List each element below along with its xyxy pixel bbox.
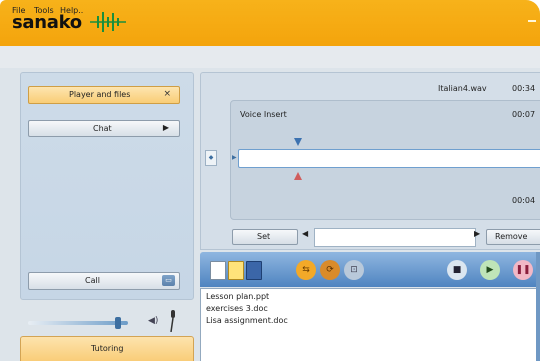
logo-wave-icon — [90, 12, 126, 32]
volume-slider[interactable] — [28, 321, 128, 325]
end-marker-icon[interactable] — [294, 172, 302, 180]
track-label: Voice Insert — [240, 110, 287, 119]
sanako-logo: sanako — [12, 12, 82, 33]
set-button[interactable]: Set — [232, 229, 298, 245]
pause-icon[interactable]: ❚❚ — [513, 260, 533, 280]
menu-file[interactable]: File — [12, 6, 25, 15]
player-and-files-label: Player and files — [69, 90, 131, 99]
player-and-files-button[interactable]: Player and files × — [28, 86, 180, 104]
sync-icon[interactable]: ⟳ — [320, 260, 340, 280]
chevron-right-icon: ▶ — [162, 123, 169, 132]
minimize-button[interactable] — [528, 20, 536, 22]
playhead-arrow-icon: ▶ — [232, 154, 237, 161]
track-time: 00:07 — [512, 110, 536, 119]
menu-help[interactable]: Help.. — [60, 6, 83, 15]
open-folder-icon[interactable] — [228, 261, 244, 280]
play-icon[interactable]: ▶ — [480, 260, 500, 280]
close-icon[interactable]: × — [163, 89, 171, 99]
save-icon[interactable] — [246, 261, 262, 280]
set-label: Set — [257, 232, 271, 241]
previous-bookmark-icon[interactable]: ◀ — [302, 229, 308, 238]
total-time: 00:34 — [512, 84, 536, 93]
tutoring-tab[interactable]: Tutoring — [20, 336, 194, 361]
waveform-bar[interactable] — [238, 149, 540, 168]
position-time: 00:04 — [512, 196, 536, 205]
right-edge-frame — [536, 252, 540, 361]
new-document-icon[interactable] — [210, 261, 226, 280]
chat-button[interactable]: Chat ▶ — [28, 120, 180, 137]
app-window: sanako File Tools Help.. Player and file… — [0, 0, 540, 361]
call-button[interactable]: Call ▭ — [28, 272, 180, 290]
call-icon[interactable]: ▭ — [162, 275, 175, 286]
file-item[interactable]: Lesson plan.ppt — [206, 292, 269, 301]
menu-tools[interactable]: Tools — [34, 6, 54, 15]
export-icon[interactable]: ⊡ — [344, 260, 364, 280]
speaker-icon: ◀) — [148, 316, 159, 326]
remove-label: Remove — [495, 232, 528, 241]
call-label: Call — [85, 276, 100, 285]
microphone-icon — [170, 310, 175, 332]
start-marker-icon[interactable] — [294, 138, 302, 146]
left-panel — [20, 72, 194, 300]
menu-bar — [0, 46, 540, 68]
stop-icon[interactable]: ■ — [447, 260, 467, 280]
tutoring-label: Tutoring — [91, 344, 124, 353]
bookmark-input[interactable] — [314, 228, 476, 247]
file-item[interactable]: exercises 3.doc — [206, 304, 268, 313]
expand-handle-icon[interactable]: ◆ — [205, 150, 217, 166]
recording-filename: Italian4.wav — [438, 84, 487, 93]
file-item[interactable]: Lisa assignment.doc — [206, 316, 288, 325]
loop-icon[interactable]: ⇆ — [296, 260, 316, 280]
next-bookmark-icon[interactable]: ▶ — [474, 229, 480, 238]
volume-slider-handle[interactable] — [115, 317, 121, 329]
remove-button[interactable]: Remove — [486, 229, 540, 245]
chat-label: Chat — [93, 124, 112, 133]
